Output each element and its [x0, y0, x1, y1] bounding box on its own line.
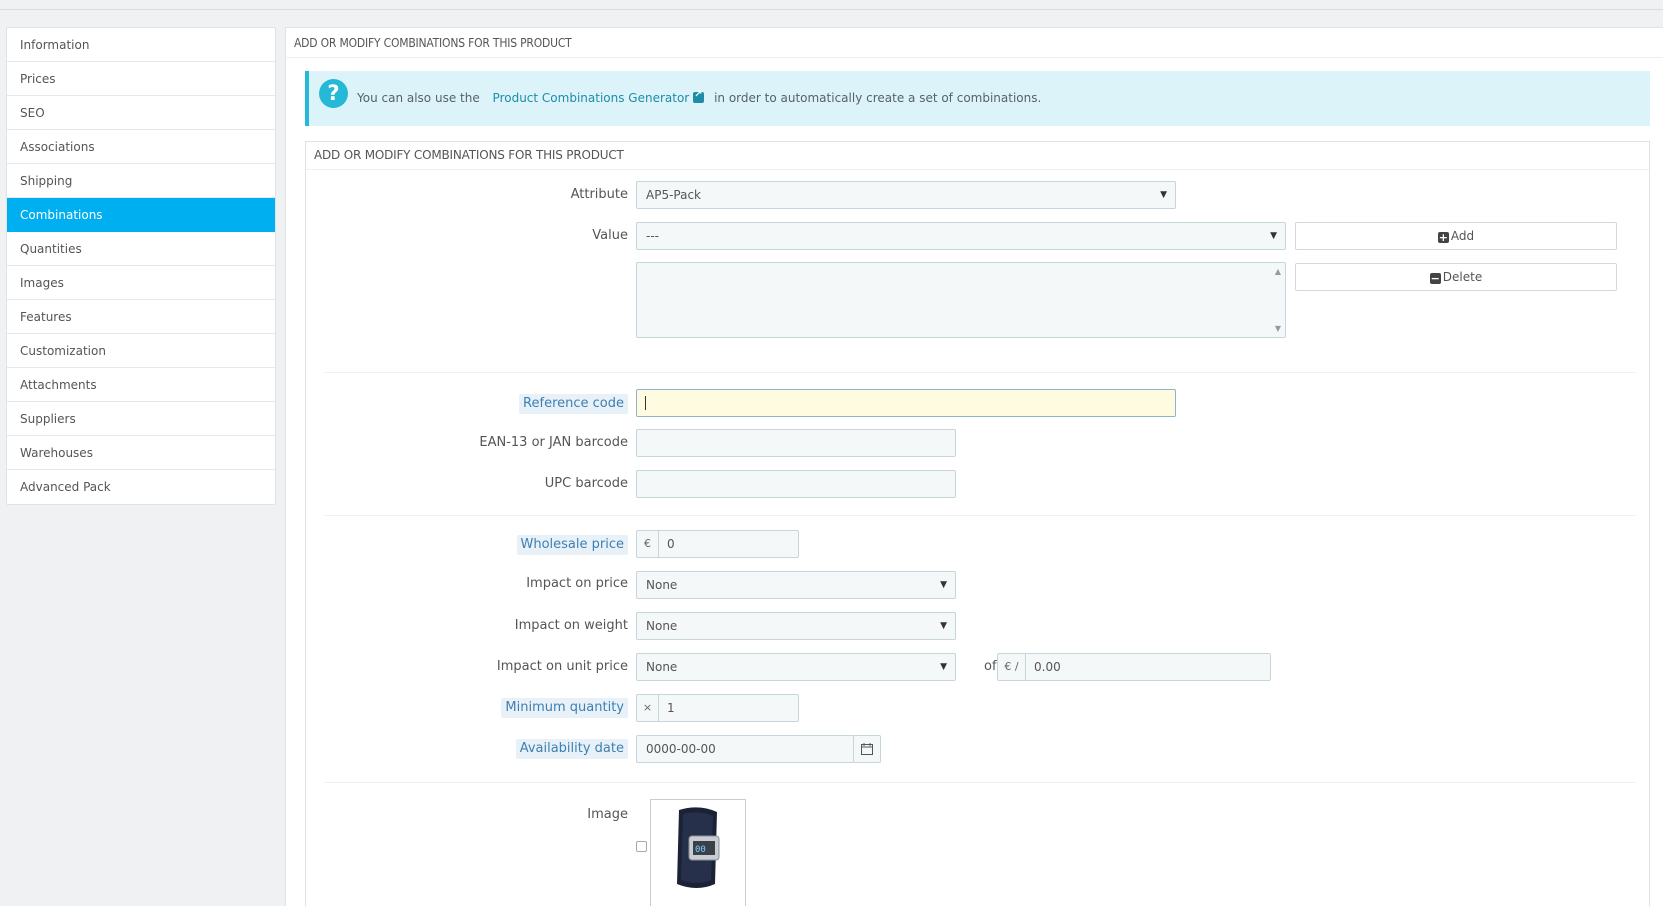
- divider: [324, 372, 1636, 373]
- availability-date-input[interactable]: 0000-00-00: [636, 735, 854, 763]
- sidebar-item-customization[interactable]: Customization: [7, 334, 275, 368]
- alert-prefix: You can also use the: [357, 91, 480, 105]
- delete-button-label: Delete: [1442, 270, 1483, 284]
- times-addon: ×: [637, 695, 659, 721]
- sidebar-item-images[interactable]: Images: [7, 266, 275, 300]
- top-bar: [0, 0, 1663, 10]
- alert-message: You can also use the Product Combination…: [357, 89, 1042, 105]
- impact-weight-label: Impact on weight: [514, 618, 628, 633]
- wholesale-price-label: Wholesale price: [516, 535, 628, 555]
- impact-weight-select[interactable]: None ▼: [636, 612, 956, 640]
- sidebar-item-suppliers[interactable]: Suppliers: [7, 402, 275, 436]
- minimum-quantity-label: Minimum quantity: [501, 698, 628, 718]
- impact-price-select[interactable]: None ▼: [636, 571, 956, 599]
- wholesale-price-value: 0: [667, 537, 675, 551]
- sidebar-item-advanced-pack[interactable]: Advanced Pack: [7, 470, 275, 504]
- impact-unit-value: None: [646, 660, 678, 674]
- impact-weight-value: None: [646, 619, 678, 633]
- currency-addon: €: [637, 531, 659, 557]
- unit-price-input[interactable]: € / 0.00: [997, 653, 1271, 681]
- attribute-value: AP5-Pack: [646, 188, 702, 202]
- attribute-combination-list[interactable]: ▲ ▼: [636, 262, 1286, 338]
- scroll-up-icon[interactable]: ▲: [1275, 267, 1281, 276]
- impact-unit-label: Impact on unit price: [496, 659, 628, 674]
- combinations-panel: ADD OR MODIFY COMBINATIONS FOR THIS PROD…: [285, 27, 1663, 906]
- impact-unit-select[interactable]: None ▼: [636, 653, 956, 681]
- impact-price-label: Impact on price: [526, 576, 628, 591]
- reference-code-label: Reference code: [519, 394, 628, 414]
- minimum-quantity-input[interactable]: × 1: [636, 694, 799, 722]
- ean-input[interactable]: [636, 429, 956, 457]
- svg-text:00: 00: [695, 845, 706, 855]
- alert-suffix: in order to automatically create a set o…: [714, 91, 1042, 105]
- minus-square-icon: −: [1429, 272, 1441, 285]
- sidebar-item-warehouses[interactable]: Warehouses: [7, 436, 275, 470]
- sidebar-item-combinations[interactable]: Combinations: [7, 198, 275, 232]
- value-select[interactable]: --- ▼: [636, 222, 1286, 250]
- calendar-icon: [861, 743, 873, 755]
- minimum-quantity-value: 1: [667, 701, 675, 715]
- plus-square-icon: +: [1437, 231, 1449, 244]
- value-selected: ---: [646, 229, 659, 243]
- add-button[interactable]: + Add: [1295, 222, 1617, 250]
- image-label: Image: [587, 807, 628, 822]
- attribute-select[interactable]: AP5-Pack ▼: [636, 181, 1176, 209]
- sidebar-item-information[interactable]: Information: [7, 28, 275, 62]
- value-label: Value: [592, 228, 628, 243]
- delete-button[interactable]: − Delete: [1295, 263, 1617, 291]
- reference-code-input[interactable]: [636, 389, 1176, 417]
- product-tabs-sidebar: Information Prices SEO Associations Ship…: [6, 27, 276, 505]
- sidebar-item-associations[interactable]: Associations: [7, 130, 275, 164]
- text-caret: [645, 396, 646, 410]
- chevron-down-icon: ▼: [1270, 231, 1277, 241]
- chevron-down-icon: ▼: [940, 621, 947, 631]
- product-image-thumbnail[interactable]: 00: [650, 799, 746, 906]
- combinations-generator-link[interactable]: Product Combinations Generator: [493, 91, 690, 105]
- image-checkbox[interactable]: [636, 841, 647, 852]
- ean-label: EAN-13 or JAN barcode: [479, 435, 628, 450]
- sidebar-item-prices[interactable]: Prices: [7, 62, 275, 96]
- external-link-icon[interactable]: [693, 89, 705, 103]
- impact-price-value: None: [646, 578, 678, 592]
- chevron-down-icon: ▼: [1160, 190, 1167, 200]
- divider: [324, 515, 1636, 516]
- scroll-down-icon[interactable]: ▼: [1275, 324, 1281, 333]
- info-alert: ? You can also use the Product Combinati…: [305, 71, 1650, 126]
- sidebar-item-attachments[interactable]: Attachments: [7, 368, 275, 402]
- upc-input[interactable]: [636, 470, 956, 498]
- watch-image: 00: [677, 807, 720, 888]
- combination-form: ADD OR MODIFY COMBINATIONS FOR THIS PROD…: [305, 141, 1650, 906]
- sidebar-item-quantities[interactable]: Quantities: [7, 232, 275, 266]
- wholesale-price-input[interactable]: € 0: [636, 530, 799, 558]
- of-label: of: [984, 659, 997, 674]
- attribute-label: Attribute: [570, 187, 628, 202]
- form-title: ADD OR MODIFY COMBINATIONS FOR THIS PROD…: [306, 142, 1649, 170]
- availability-date-label: Availability date: [515, 739, 628, 759]
- unit-currency-addon: € /: [998, 654, 1026, 680]
- calendar-button[interactable]: [853, 735, 881, 763]
- panel-title: ADD OR MODIFY COMBINATIONS FOR THIS PROD…: [286, 28, 1663, 58]
- upc-label: UPC barcode: [544, 476, 628, 491]
- divider: [324, 782, 1636, 783]
- question-icon: ?: [319, 79, 348, 108]
- sidebar-item-seo[interactable]: SEO: [7, 96, 275, 130]
- chevron-down-icon: ▼: [940, 580, 947, 590]
- unit-price-value: 0.00: [1034, 660, 1061, 674]
- add-button-label: Add: [1450, 229, 1475, 243]
- sidebar-item-features[interactable]: Features: [7, 300, 275, 334]
- sidebar-item-shipping[interactable]: Shipping: [7, 164, 275, 198]
- chevron-down-icon: ▼: [940, 662, 947, 672]
- availability-date-value: 0000-00-00: [646, 742, 716, 756]
